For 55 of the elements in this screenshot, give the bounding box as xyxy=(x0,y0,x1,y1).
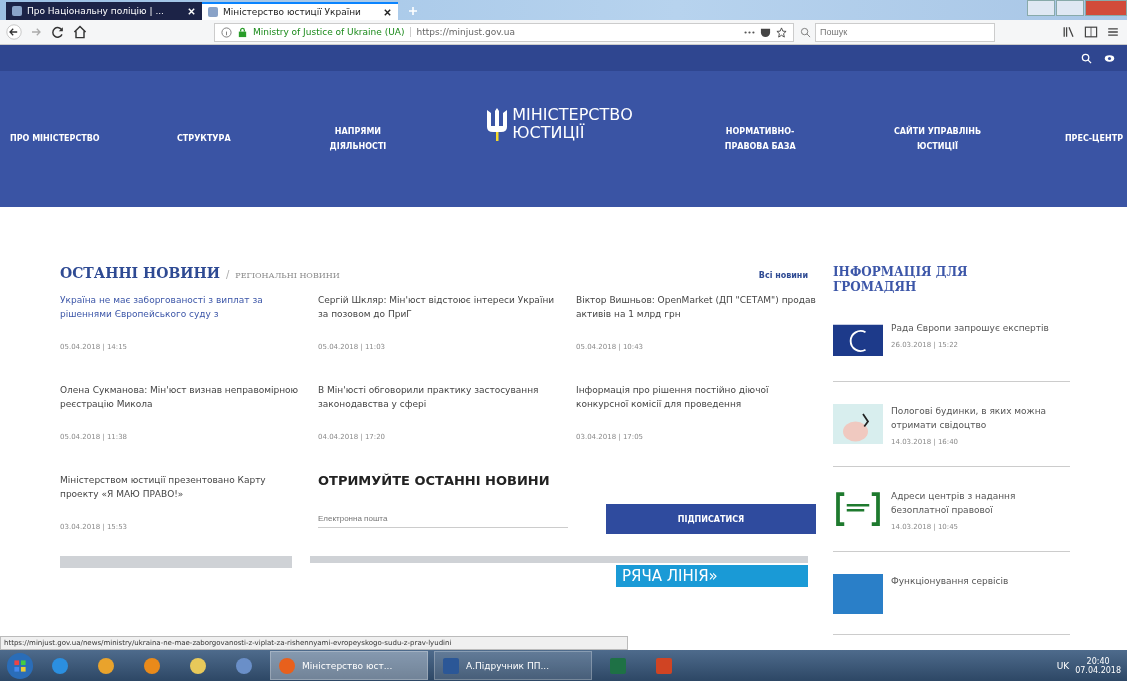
pocket-icon[interactable] xyxy=(760,26,771,38)
url-text: https://minjust.gov.ua xyxy=(416,27,515,37)
close-icon[interactable] xyxy=(383,7,392,17)
site-icon xyxy=(208,7,218,17)
window-controls[interactable] xyxy=(1027,0,1127,16)
nav-link[interactable]: НАПРЯМИ ДІЯЛЬНОСТІ xyxy=(307,123,408,155)
sidebar-icon[interactable] xyxy=(1083,24,1099,40)
clock[interactable]: 20:40 07.04.2018 xyxy=(1075,656,1121,675)
info-link[interactable]: Рада Європи запрошує експертів xyxy=(891,321,1049,335)
nav-link[interactable]: СТРУКТУРА xyxy=(177,131,231,147)
trident-logo-icon xyxy=(485,106,510,142)
info-link[interactable]: Адреси центрів з надання безоплатної правової xyxy=(891,489,1070,517)
news-tab[interactable]: РЕГІОНАЛЬНІ НОВИНИ xyxy=(235,271,340,280)
info-link[interactable]: Пологові будинки, в яких можна отримати свідоцтво xyxy=(891,404,1070,432)
all-news-link[interactable]: Всі новини xyxy=(758,271,808,280)
reload-icon[interactable] xyxy=(50,24,66,40)
nav-link[interactable]: ПРЕС-ЦЕНТР xyxy=(1064,131,1123,147)
info-icon[interactable] xyxy=(221,26,232,38)
lock-icon xyxy=(237,26,248,38)
bracket-logo-icon xyxy=(833,489,883,529)
nav-link[interactable]: ПРО МІНІСТЕРСТВО xyxy=(10,131,100,147)
start-button[interactable] xyxy=(6,651,34,680)
logo-text: ЮСТИЦІЇ xyxy=(512,124,586,142)
subscribe-button[interactable]: ПІДПИСАТИСЯ xyxy=(606,504,816,534)
news-link[interactable]: В Мін'юсті обговорили практику застосування законодавства у сфері xyxy=(318,383,558,411)
site-icon xyxy=(12,6,22,16)
info-link[interactable]: Функціонування сервісів xyxy=(891,574,1009,588)
logo-text: МІНІСТЕРСТВО xyxy=(512,106,633,124)
browser-tab[interactable]: Міністерство юстиції України xyxy=(202,2,398,20)
section-heading: ІНФОРМАЦІЯ ДЛЯ ГРОМАДЯН xyxy=(833,265,969,295)
library-icon[interactable] xyxy=(1061,24,1077,40)
service-thumbnail xyxy=(833,574,883,614)
home-icon[interactable] xyxy=(72,24,88,40)
news-link[interactable]: Віктор Вишньов: OpenMarket (ДП "СЕТАМ") продав активів на 1 млрд грн xyxy=(576,293,816,321)
subscribe-heading: ОТРИМУЙТЕ ОСТАННІ НОВИНИ xyxy=(318,473,551,488)
star-icon[interactable] xyxy=(776,26,787,38)
search-icon[interactable] xyxy=(1081,52,1092,64)
news-link[interactable]: Україна не має заборгованості з виплат за рішеннями Європейського суду з xyxy=(60,293,300,321)
news-link[interactable]: Міністерством юстиції презентовано Карту проекту «Я МАЮ ПРАВО!» xyxy=(60,473,300,501)
taskbar-app[interactable]: А.Підручник ПП... xyxy=(434,651,592,680)
news-link[interactable]: Сергій Шкляр: Мін'юст відстоює інтереси України за позовом до ПриГ xyxy=(318,293,558,321)
language-indicator[interactable]: UK xyxy=(1056,660,1070,671)
news-link[interactable]: Інформація про рішення постійно діючої конкурсної комісії для проведення xyxy=(576,383,816,411)
search-field[interactable]: Пошук xyxy=(815,22,995,42)
site-identity: Ministry of Justice of Ukraine (UA) xyxy=(253,27,412,37)
browser-tab[interactable]: Про Національну поліцію | ... xyxy=(6,2,202,20)
search-icon xyxy=(800,26,811,38)
nav-link[interactable]: САЙТИ УПРАВЛІНЬ ЮСТИЦІЇ xyxy=(887,123,988,155)
news-link[interactable]: Олена Сукманова: Мін'юст визнав неправомірною реєстрацію Микола xyxy=(60,383,300,411)
separator: / xyxy=(226,269,230,280)
nav-link[interactable]: НОРМАТИВНО-ПРАВОВА БАЗА xyxy=(710,123,811,155)
news-tab[interactable]: ОСТАННІ НОВИНИ xyxy=(60,265,220,281)
back-icon[interactable] xyxy=(6,24,22,40)
eye-icon[interactable] xyxy=(1104,52,1115,64)
address-bar[interactable]: Ministry of Justice of Ukraine (UA) https://minjust.gov.ua xyxy=(214,22,794,42)
